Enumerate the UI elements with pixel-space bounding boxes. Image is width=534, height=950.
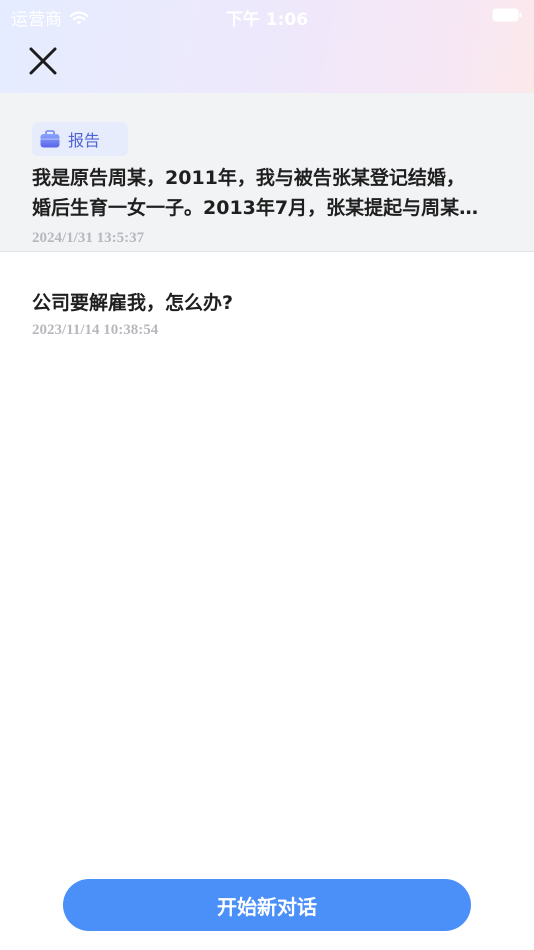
status-bar: 运营商 下午 1:06 bbox=[0, 0, 534, 30]
report-tag-label: 报告 bbox=[68, 131, 101, 150]
conversation-preview-line-2: 婚后生育一女一子。2013年7月，张某提起与周某… bbox=[32, 197, 479, 219]
conversation-preview: 我是原告周某，2011年，我与被告张某登记结婚， 婚后生育一女一子。2013年7… bbox=[32, 163, 502, 223]
close-button[interactable] bbox=[24, 42, 62, 80]
conversation-item-question[interactable]: 公司要解雇我，怎么办? 2023/11/14 10:38:54 bbox=[0, 252, 534, 352]
conversation-item-report[interactable]: 报告 我是原告周某，2011年，我与被告张某登记结婚， 婚后生育一女一子。201… bbox=[0, 93, 534, 252]
briefcase-icon bbox=[40, 130, 60, 148]
conversation-title: 公司要解雇我，怎么办? bbox=[32, 292, 234, 314]
conversation-list: 报告 我是原告周某，2011年，我与被告张某登记结婚， 婚后生育一女一子。201… bbox=[0, 93, 534, 352]
battery-icon bbox=[492, 8, 522, 22]
status-time: 下午 1:06 bbox=[225, 10, 309, 30]
close-icon bbox=[29, 47, 57, 75]
new-chat-button[interactable]: 开始新对话 bbox=[63, 879, 471, 931]
report-tag: 报告 bbox=[32, 122, 128, 156]
conversation-preview-line-1: 我是原告周某，2011年，我与被告张某登记结婚， bbox=[32, 167, 465, 189]
top-header-area: 运营商 下午 1:06 bbox=[0, 0, 534, 93]
conversation-timestamp: 2024/1/31 13:5:37 bbox=[32, 230, 145, 246]
conversation-timestamp: 2023/11/14 10:38:54 bbox=[32, 322, 159, 338]
